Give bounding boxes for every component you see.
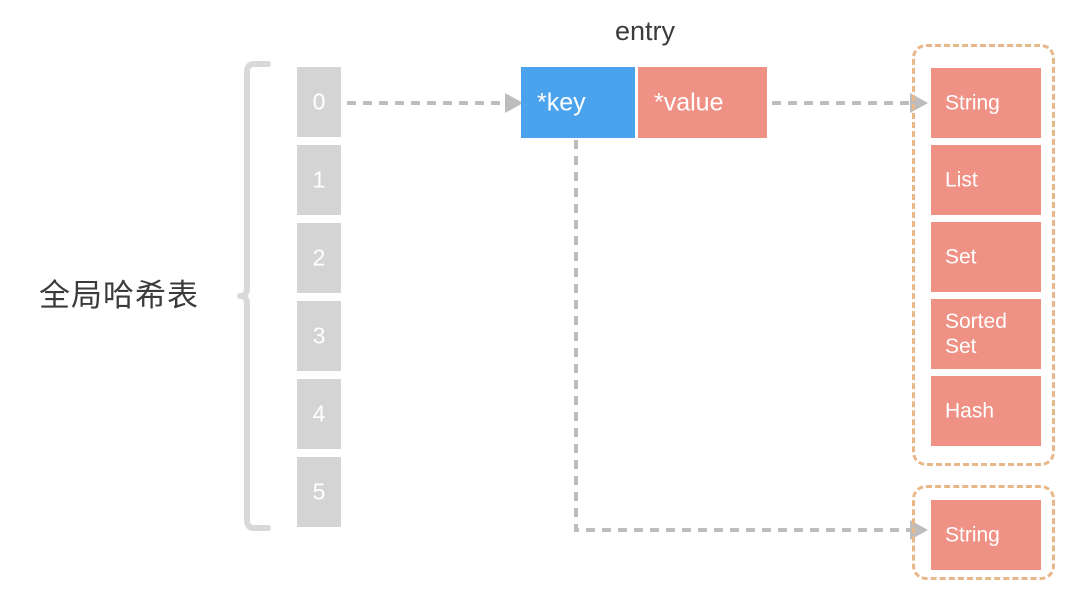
entry-value-label: *value <box>654 88 724 116</box>
hash-bucket-index: 4 <box>312 400 326 427</box>
hash-bucket-index: 3 <box>312 322 326 349</box>
arrow-key-to-bottom-string <box>574 140 928 540</box>
value-type-label: Sorted Set <box>945 310 1007 358</box>
hash-bucket-index: 1 <box>312 166 326 193</box>
value-type-box[interactable]: String <box>931 68 1041 138</box>
hash-bucket-cell[interactable]: 3 <box>297 301 341 371</box>
hash-bucket-index: 5 <box>312 478 326 505</box>
value-type-label: Hash <box>945 399 995 423</box>
value-type-label: Set <box>945 245 977 269</box>
diagram-canvas: 全局哈希表 0 1 2 3 4 5 entry *key *value Stri… <box>0 0 1080 596</box>
value-type-label: String <box>945 523 1000 547</box>
hash-bucket-cell[interactable]: 2 <box>297 223 341 293</box>
value-type-label: String <box>945 91 1000 115</box>
entry-key-box[interactable]: *key <box>521 67 635 138</box>
value-type-box[interactable]: List <box>931 145 1041 215</box>
value-type-box[interactable]: Sorted Set <box>931 299 1041 369</box>
arrow-value-to-string <box>772 93 928 113</box>
entry-key-label: *key <box>537 88 586 116</box>
hash-bucket-cell[interactable]: 1 <box>297 145 341 215</box>
hash-bucket-cell[interactable]: 4 <box>297 379 341 449</box>
hash-table-brace <box>237 61 271 531</box>
value-types-container: String List Set Sorted Set Hash <box>912 44 1055 466</box>
arrow-bucket0-to-key <box>347 93 523 113</box>
value-type-box[interactable]: Set <box>931 222 1041 292</box>
global-hash-table-label: 全局哈希表 <box>39 278 199 313</box>
value-type-box[interactable]: String <box>931 500 1041 570</box>
hash-bucket-index: 0 <box>312 88 326 115</box>
hash-bucket-cell[interactable]: 0 <box>297 67 341 137</box>
hash-bucket-index: 2 <box>312 244 326 271</box>
hash-bucket-cell[interactable]: 5 <box>297 457 341 527</box>
entry-title-label: entry <box>614 16 676 46</box>
value-type-box[interactable]: Hash <box>931 376 1041 446</box>
value-types-container-secondary: String <box>912 485 1055 580</box>
entry-value-box[interactable]: *value <box>638 67 767 138</box>
hash-bucket-array: 0 1 2 3 4 5 <box>297 67 341 535</box>
value-type-label: List <box>945 168 978 192</box>
